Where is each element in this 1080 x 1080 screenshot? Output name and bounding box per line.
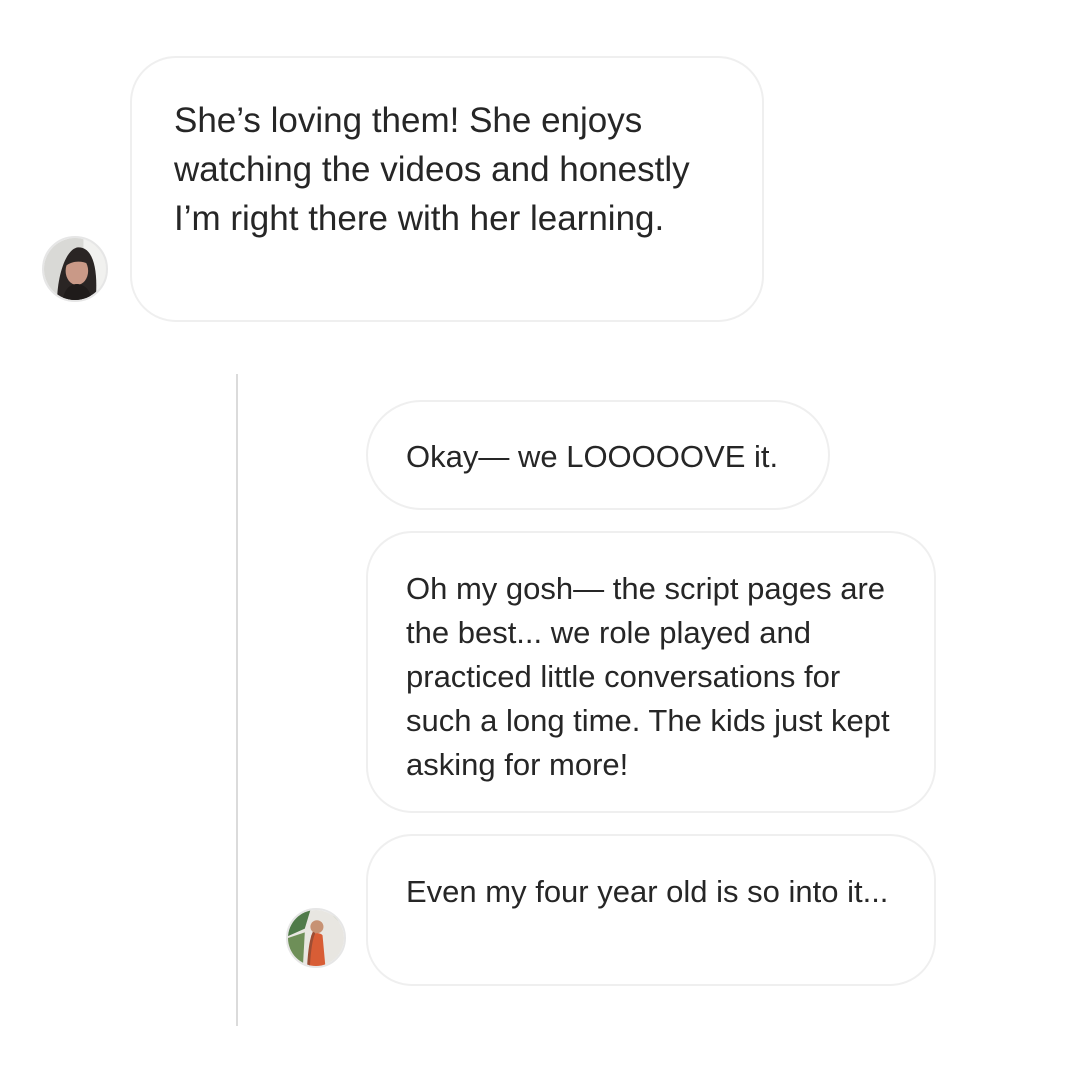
user-avatar-icon[interactable] [42, 236, 108, 302]
message-text: Oh my gosh— the script pages are the bes… [406, 571, 890, 782]
message-bubble: Okay— we LOOOOOVE it. [366, 400, 830, 510]
thread-connector-line [236, 374, 238, 1026]
message-text: She’s loving them! She enjoys watching t… [174, 101, 690, 238]
user-avatar-icon[interactable] [286, 908, 346, 968]
message-bubble: She’s loving them! She enjoys watching t… [130, 56, 764, 322]
message-thread: She’s loving them! She enjoys watching t… [0, 0, 1080, 1080]
message-text: Okay— we LOOOOOVE it. [406, 439, 779, 474]
message-text: Even my four year old is so into it... [406, 874, 889, 909]
message-bubble: Even my four year old is so into it... [366, 834, 936, 986]
message-bubble: Oh my gosh— the script pages are the bes… [366, 531, 936, 813]
